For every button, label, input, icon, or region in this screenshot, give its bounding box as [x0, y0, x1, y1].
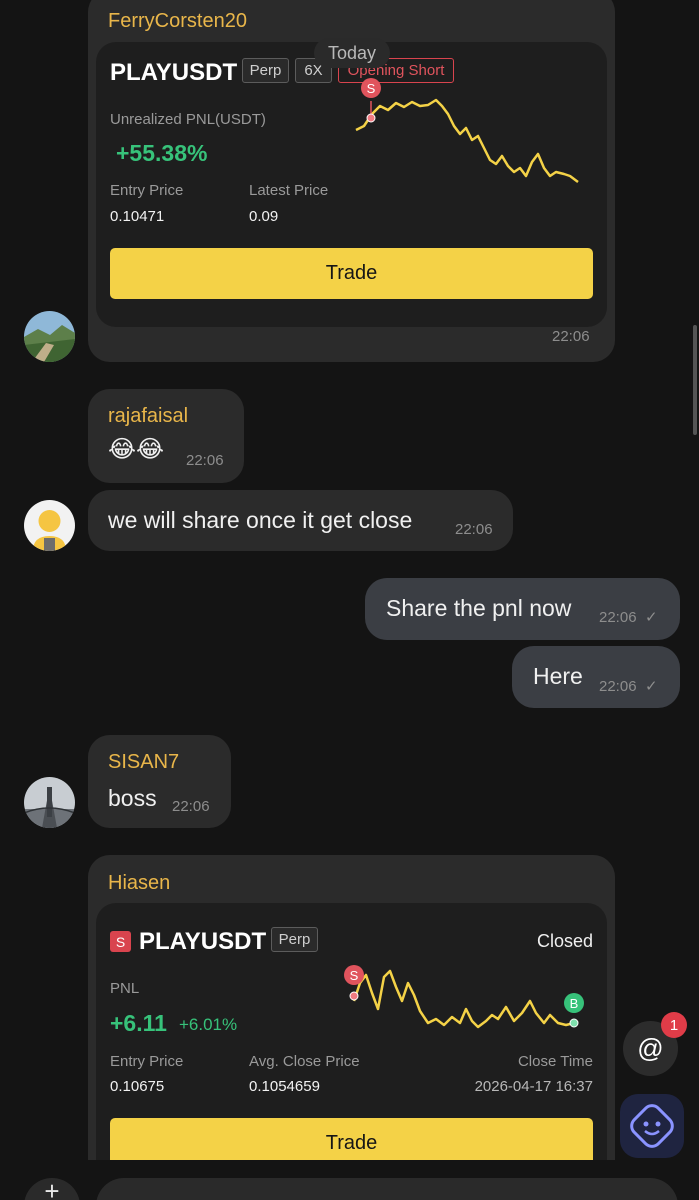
avatar-rajafaisal[interactable]: [24, 500, 75, 551]
message-bubble-incoming[interactable]: we will share once it get close 22:06: [88, 490, 513, 551]
avatar-ferrycorsten20[interactable]: [24, 311, 75, 362]
ticker-symbol: PLAYUSDT: [139, 928, 267, 955]
message-bubble-hiasen: Hiasen S PLAYUSDT Perp Closed PNL +6.11 …: [88, 855, 615, 1185]
scrollbar[interactable]: [693, 325, 697, 435]
message-bubble-outgoing[interactable]: Here 22:06 ✓: [512, 646, 680, 708]
message-text: boss: [108, 785, 157, 811]
message-time: 22:06: [172, 798, 210, 815]
avg-close-price-value: 0.1054659: [249, 1078, 320, 1095]
entry-price-value: 0.10471: [110, 208, 165, 225]
buy-marker-label: B: [570, 996, 579, 1011]
position-status: Closed: [536, 931, 593, 951]
avg-close-price-label: Avg. Close Price: [249, 1053, 360, 1070]
entry-price-value: 0.10675: [110, 1078, 165, 1095]
message-time: 22:06: [599, 609, 637, 626]
entry-price-label: Entry Price: [110, 1053, 184, 1070]
pnl-value: +6.11: [110, 1010, 167, 1036]
pnl-label: PNL: [110, 980, 140, 997]
message-time: 22:06: [599, 678, 637, 695]
latest-price-value: 0.09: [249, 208, 279, 225]
plus-icon: +: [44, 1176, 60, 1200]
short-side-icon: S: [110, 931, 131, 952]
robot-face-icon: [630, 1104, 674, 1148]
mention-count-badge: 1: [661, 1012, 687, 1038]
price-sparkline: S B: [344, 965, 584, 1029]
add-attachment-button[interactable]: +: [24, 1176, 80, 1200]
closed-position-card[interactable]: S PLAYUSDT Perp Closed PNL +6.11 +6.01% …: [96, 903, 607, 1185]
read-check-icon: ✓: [645, 609, 658, 626]
perp-tag: Perp: [242, 58, 289, 83]
sender-name[interactable]: SISAN7: [108, 751, 179, 774]
message-bubble-sisan7[interactable]: SISAN7 boss 22:06: [88, 735, 231, 828]
pnl-label: Unrealized PNL(USDT): [110, 111, 266, 128]
trade-button[interactable]: Trade: [110, 248, 593, 299]
sender-name[interactable]: Hiasen: [108, 872, 170, 895]
date-divider: Today: [314, 38, 390, 68]
entry-price-label: Entry Price: [110, 182, 184, 199]
close-time-label: Close Time: [517, 1053, 593, 1070]
at-sign-icon: @: [637, 1033, 664, 1063]
message-text: Here: [533, 663, 583, 689]
assistant-button[interactable]: [620, 1094, 684, 1158]
avatar-sisan7[interactable]: [24, 777, 75, 828]
perp-tag: Perp: [271, 927, 318, 952]
composer-bar: +: [0, 1160, 699, 1200]
message-input[interactable]: [96, 1178, 678, 1200]
message-text: 😂😂: [108, 436, 165, 463]
sell-marker-label: S: [350, 968, 359, 983]
price-sparkline: S: [355, 78, 579, 183]
sell-marker-label: S: [367, 81, 376, 96]
read-check-icon: ✓: [645, 678, 658, 695]
ticker-symbol: PLAYUSDT: [110, 59, 238, 86]
sender-name[interactable]: rajafaisal: [108, 405, 188, 428]
message-time: 22:06: [455, 521, 493, 538]
pnl-percent: +6.01%: [179, 1015, 238, 1034]
message-time: 22:06: [552, 328, 590, 345]
pnl-value: +55.38%: [116, 140, 208, 166]
message-bubble-outgoing[interactable]: Share the pnl now 22:06 ✓: [365, 578, 680, 640]
message-text: we will share once it get close: [108, 507, 413, 533]
message-time: 22:06: [186, 452, 224, 469]
close-time-value: 2026-04-17 16:37: [474, 1078, 593, 1095]
sender-name[interactable]: FerryCorsten20: [108, 10, 247, 33]
message-bubble-rajafaisal[interactable]: rajafaisal 😂😂 22:06: [88, 389, 244, 483]
message-text: Share the pnl now: [386, 595, 572, 621]
position-card[interactable]: PLAYUSDT Perp 6X Opening Short Unrealize…: [96, 42, 607, 327]
latest-price-label: Latest Price: [249, 182, 329, 199]
